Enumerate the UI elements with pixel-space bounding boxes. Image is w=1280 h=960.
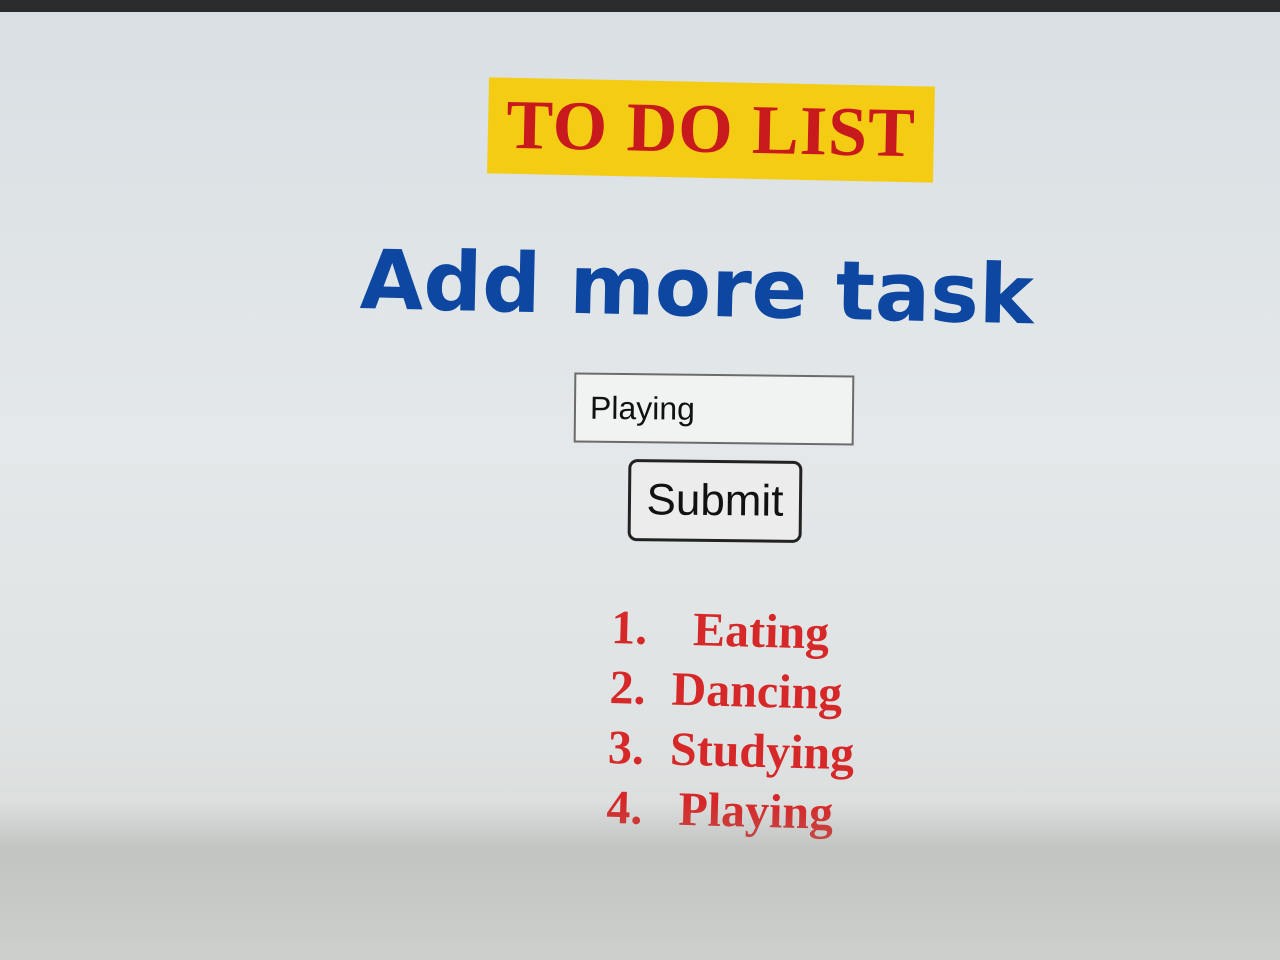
task-label: Playing xyxy=(677,782,834,840)
task-number: 2. xyxy=(608,660,647,715)
task-item: 3. Studying xyxy=(607,718,855,784)
task-input[interactable] xyxy=(573,372,855,446)
todo-page: TO DO LIST Add more task Submit 1. Eating… xyxy=(0,12,1280,960)
task-label: Studying xyxy=(669,722,855,781)
task-number: 1. xyxy=(610,600,648,655)
task-number: 3. xyxy=(607,720,645,775)
task-number: 4. xyxy=(605,780,644,835)
task-item: 2. Dancing xyxy=(609,658,857,724)
task-label: Dancing xyxy=(670,662,843,721)
page-title: TO DO LIST xyxy=(505,86,917,173)
task-label: Eating xyxy=(692,603,830,660)
monitor-screen: TO DO LIST Add more task Submit 1. Eating… xyxy=(0,12,1280,960)
title-highlight: TO DO LIST xyxy=(487,77,935,183)
task-list: 1. Eating 2. Dancing 3. Studying 4. Playing xyxy=(606,598,858,844)
submit-button[interactable]: Submit xyxy=(627,459,803,543)
task-item: 1. Eating xyxy=(610,598,858,664)
add-task-heading: Add more task xyxy=(359,233,1035,344)
task-item: 4. Playing xyxy=(606,778,854,844)
